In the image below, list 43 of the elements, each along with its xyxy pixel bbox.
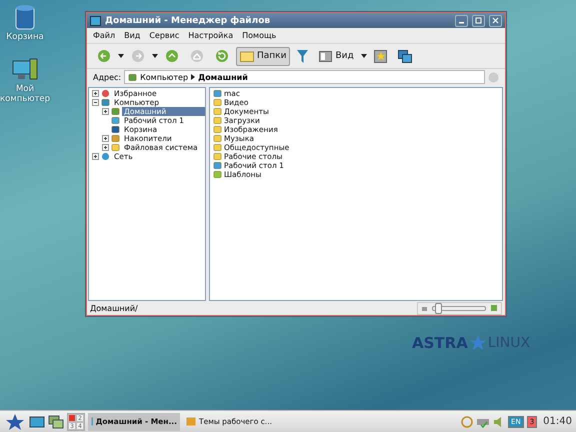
status-text: Домашний/ [90, 304, 139, 312]
clock: 01:40 [543, 416, 572, 427]
folders-button[interactable]: Папки [236, 46, 290, 66]
slider-thumb[interactable] [435, 302, 442, 314]
window-title: Домашний - Менеджер файлов [105, 16, 272, 26]
menu-item[interactable]: Сервис [149, 31, 180, 40]
workspace-cell[interactable] [68, 414, 76, 422]
zoom-out-icon [421, 304, 428, 312]
monitors-icon [398, 50, 412, 62]
menu-item[interactable]: Файл [93, 31, 116, 40]
expand-icon[interactable] [102, 135, 109, 142]
close-icon [492, 17, 499, 24]
menu-item[interactable]: Вид [124, 31, 140, 40]
computer-icon [12, 58, 38, 82]
expand-icon[interactable] [102, 144, 109, 151]
address-label: Адрес: [93, 72, 122, 82]
menu-item[interactable]: Помощь [242, 31, 276, 40]
desktop-icon-label[interactable]: Корзина [0, 32, 50, 42]
chevron-icon [191, 74, 196, 80]
breadcrumb-item[interactable]: Домашний [198, 72, 248, 82]
close-button[interactable] [489, 14, 502, 26]
logo-text: ASTRA [412, 334, 468, 352]
menu-item[interactable]: Настройка [188, 31, 234, 40]
caret-icon[interactable] [360, 54, 367, 58]
maximize-icon [475, 17, 482, 24]
windows-icon[interactable] [48, 414, 64, 428]
zoom-in-icon [490, 304, 498, 312]
expand-icon[interactable] [92, 153, 99, 160]
network-icon[interactable] [461, 416, 474, 428]
address-field[interactable]: Компьютер Домашний [124, 70, 485, 84]
expand-icon[interactable] [102, 108, 109, 115]
minimize-button[interactable] [455, 14, 468, 26]
collapse-icon[interactable] [92, 99, 99, 106]
start-menu-icon[interactable] [4, 412, 26, 430]
star-icon [374, 50, 387, 62]
expand-icon[interactable] [92, 90, 99, 97]
maximize-button[interactable] [472, 14, 485, 26]
view-icon [319, 50, 332, 62]
view-button[interactable]: Вид [315, 46, 358, 66]
breadcrumb-item[interactable]: Компьютер [140, 72, 188, 82]
caret-icon[interactable] [118, 54, 124, 58]
star-icon [470, 335, 486, 351]
filter-icon [297, 50, 308, 62]
